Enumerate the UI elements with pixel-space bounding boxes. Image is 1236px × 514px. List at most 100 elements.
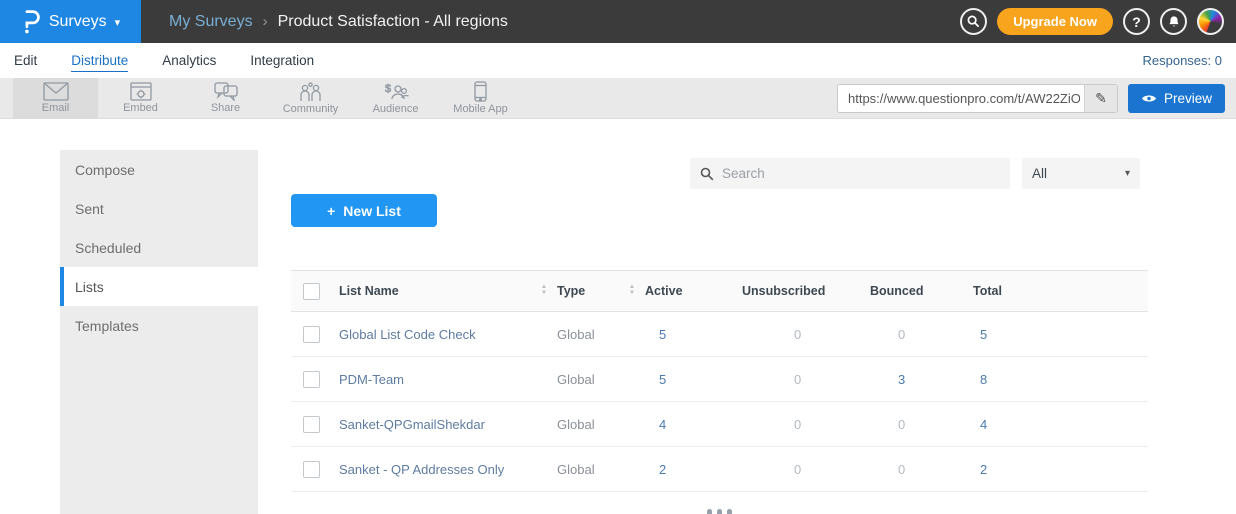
- preview-button[interactable]: Preview: [1128, 84, 1225, 113]
- audience-dollar-icon: $: [383, 82, 409, 102]
- sidebar-item-compose[interactable]: Compose: [60, 150, 258, 189]
- bell-icon: [1167, 15, 1181, 29]
- lists-main: + New List List Name ▲▼ Type ▲▼: [291, 119, 1148, 514]
- new-list-label: New List: [343, 203, 401, 219]
- table-row: Sanket-QPGmailShekdar Global 4 0 0 4: [291, 402, 1148, 447]
- total-count[interactable]: 5: [973, 327, 1148, 342]
- table-row: Global List Code Check Global 5 0 0 5: [291, 312, 1148, 357]
- toolbar-item-mobile-app[interactable]: Mobile App: [438, 78, 523, 119]
- list-type: Global: [557, 417, 645, 432]
- row-checkbox[interactable]: [303, 326, 320, 343]
- content-area: Compose Sent Scheduled Lists Templates A…: [0, 119, 1236, 514]
- chevron-down-icon: ▾: [115, 16, 121, 29]
- tab-distribute[interactable]: Distribute: [71, 50, 128, 72]
- upgrade-now-button[interactable]: Upgrade Now: [997, 8, 1113, 35]
- sort-icon[interactable]: ▲▼: [629, 285, 635, 297]
- table-row: PDM-Team Global 5 0 3 8: [291, 357, 1148, 402]
- questionpro-logo-icon: [21, 9, 41, 35]
- new-list-button[interactable]: + New List: [291, 194, 437, 227]
- column-header-active: Active: [645, 284, 742, 298]
- nav-tabs: Edit Distribute Analytics Integration: [14, 50, 1143, 72]
- search-icon: [967, 15, 980, 28]
- row-checkbox[interactable]: [303, 416, 320, 433]
- toolbar-item-email[interactable]: Email: [13, 78, 98, 119]
- column-header-bounced: Bounced: [870, 284, 973, 298]
- toolbar-item-audience[interactable]: $ Audience: [353, 78, 438, 119]
- avatar[interactable]: [1197, 8, 1224, 35]
- breadcrumb-my-surveys[interactable]: My Surveys: [169, 13, 253, 31]
- bounced-count[interactable]: 0: [870, 327, 973, 342]
- total-count[interactable]: 8: [973, 372, 1148, 387]
- distribute-toolbar: Email Embed Share Community $: [0, 78, 1236, 119]
- row-checkbox[interactable]: [303, 461, 320, 478]
- plus-icon: +: [327, 203, 335, 219]
- sort-icon[interactable]: ▲▼: [541, 285, 547, 297]
- table-row: Sanket - QP Addresses Only Global 2 0 0 …: [291, 447, 1148, 492]
- pencil-icon: ✎: [1095, 90, 1107, 107]
- tab-edit[interactable]: Edit: [14, 50, 37, 72]
- toolbar-item-community[interactable]: Community: [268, 78, 353, 119]
- app-label: Surveys: [49, 13, 107, 31]
- total-count[interactable]: 4: [973, 417, 1148, 432]
- toolbar-item-label: Embed: [123, 102, 158, 114]
- question-mark-icon: ?: [1132, 14, 1141, 30]
- mobile-phone-icon: [474, 81, 487, 102]
- column-header-unsubscribed: Unsubscribed: [742, 284, 870, 298]
- toolbar-item-label: Email: [42, 102, 70, 114]
- header-actions: Upgrade Now ?: [960, 8, 1224, 35]
- eye-icon: [1141, 93, 1157, 104]
- unsubscribed-count[interactable]: 0: [742, 327, 870, 342]
- embed-window-icon: [130, 82, 152, 101]
- people-group-icon: [299, 82, 323, 102]
- unsubscribed-count[interactable]: 0: [742, 417, 870, 432]
- active-count[interactable]: 5: [645, 327, 742, 342]
- toolbar-item-label: Community: [283, 103, 339, 115]
- bounced-count[interactable]: 0: [870, 462, 973, 477]
- active-count[interactable]: 5: [645, 372, 742, 387]
- list-name-link[interactable]: Sanket-QPGmailShekdar: [339, 417, 557, 432]
- toolbar-item-share[interactable]: Share: [183, 78, 268, 119]
- list-name-link[interactable]: Global List Code Check: [339, 327, 557, 342]
- sidebar-item-templates[interactable]: Templates: [60, 306, 258, 345]
- people-illustration-cutoff: [707, 509, 732, 514]
- survey-url-input[interactable]: [838, 85, 1084, 112]
- breadcrumb: My Surveys › Product Satisfaction - All …: [169, 13, 960, 31]
- tab-integration[interactable]: Integration: [250, 50, 314, 72]
- bounced-count[interactable]: 0: [870, 417, 973, 432]
- edit-url-button[interactable]: ✎: [1084, 85, 1117, 112]
- tab-analytics[interactable]: Analytics: [162, 50, 216, 72]
- surveys-menu[interactable]: Surveys ▾: [0, 0, 141, 43]
- list-type: Global: [557, 327, 645, 342]
- sidebar-item-sent[interactable]: Sent: [60, 189, 258, 228]
- survey-title: Product Satisfaction - All regions: [278, 13, 508, 31]
- active-count[interactable]: 4: [645, 417, 742, 432]
- bounced-count[interactable]: 3: [870, 372, 973, 387]
- unsubscribed-count[interactable]: 0: [742, 372, 870, 387]
- top-header: Surveys ▾ My Surveys › Product Satisfact…: [0, 0, 1236, 43]
- survey-nav: Edit Distribute Analytics Integration Re…: [0, 43, 1236, 78]
- list-name-link[interactable]: PDM-Team: [339, 372, 557, 387]
- toolbar-item-embed[interactable]: Embed: [98, 78, 183, 119]
- unsubscribed-count[interactable]: 0: [742, 462, 870, 477]
- preview-label: Preview: [1164, 91, 1212, 106]
- notifications-button[interactable]: [1160, 8, 1187, 35]
- svg-text:$: $: [385, 83, 391, 95]
- lists-table: List Name ▲▼ Type ▲▼ Active Unsubscribed…: [291, 270, 1148, 492]
- column-header-list-name[interactable]: List Name ▲▼: [339, 284, 557, 298]
- list-name-link[interactable]: Sanket - QP Addresses Only: [339, 462, 557, 477]
- search-button[interactable]: [960, 8, 987, 35]
- select-all-checkbox[interactable]: [303, 283, 320, 300]
- responses-count[interactable]: Responses: 0: [1143, 53, 1223, 68]
- list-type: Global: [557, 462, 645, 477]
- total-count[interactable]: 2: [973, 462, 1148, 477]
- row-checkbox[interactable]: [303, 371, 320, 388]
- toolbar-right: ✎ Preview: [837, 84, 1225, 113]
- toolbar-item-label: Share: [211, 102, 240, 114]
- envelope-icon: [43, 82, 69, 101]
- active-count[interactable]: 2: [645, 462, 742, 477]
- sidebar-item-scheduled[interactable]: Scheduled: [60, 228, 258, 267]
- column-header-type[interactable]: Type ▲▼: [557, 284, 645, 298]
- help-button[interactable]: ?: [1123, 8, 1150, 35]
- sidebar-item-lists[interactable]: Lists: [60, 267, 258, 306]
- breadcrumb-separator: ›: [263, 13, 268, 30]
